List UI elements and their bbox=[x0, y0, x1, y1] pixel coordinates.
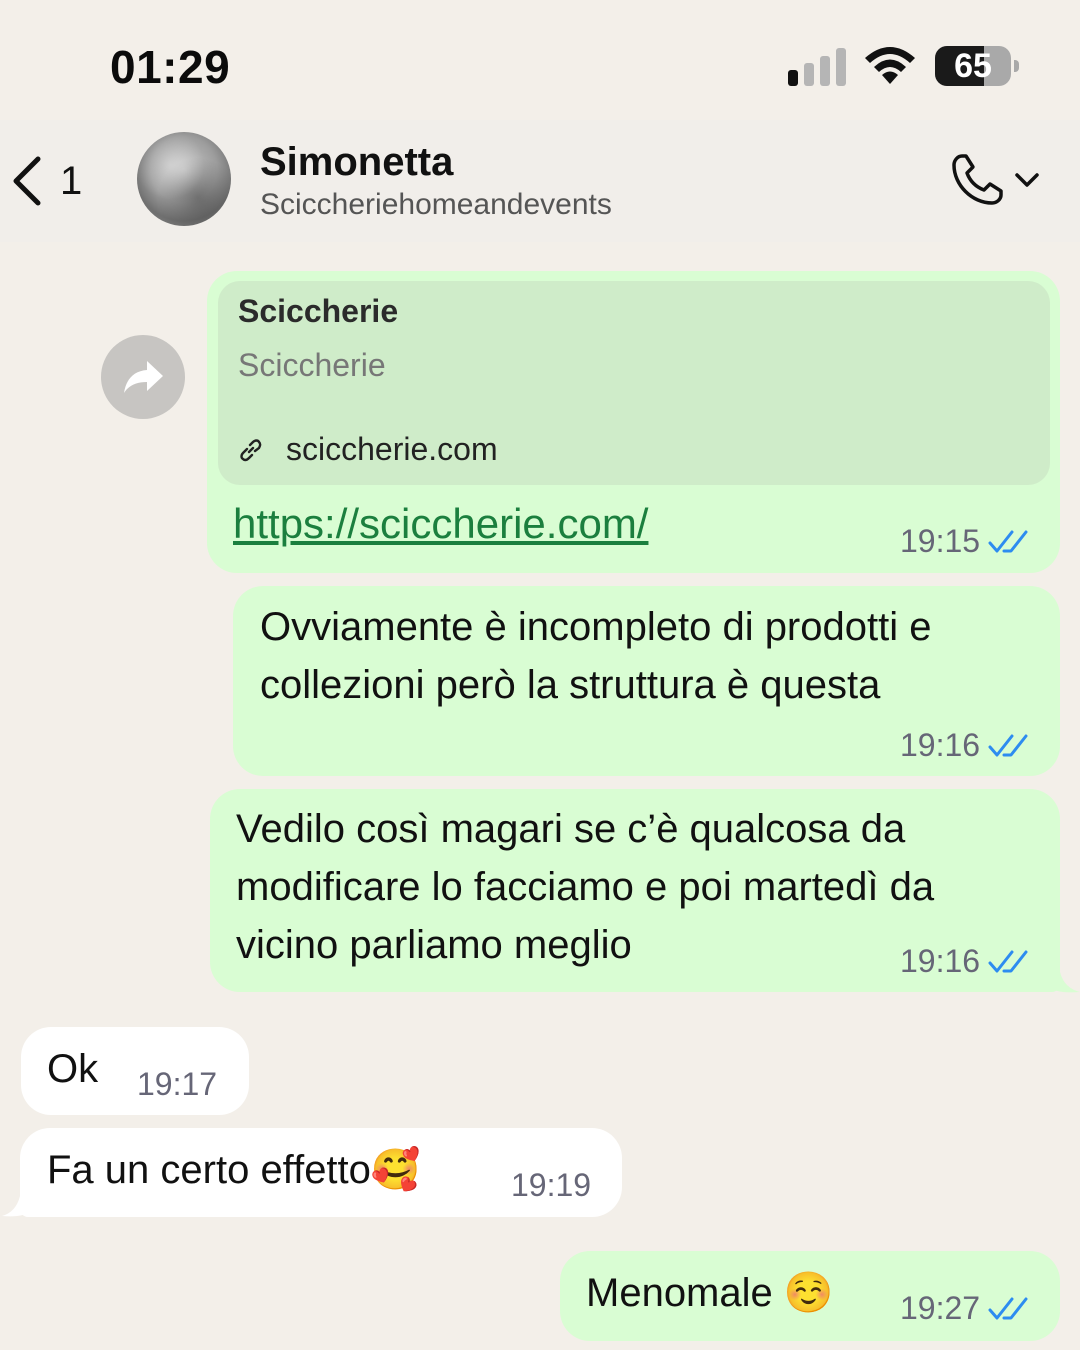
status-bar: 01:29 65 bbox=[0, 0, 1080, 130]
message-meta: 19:16 bbox=[900, 943, 1030, 980]
message-meta: 19:16 bbox=[900, 727, 1030, 764]
message-line: collezioni però la struttura è questa bbox=[260, 663, 881, 707]
link-preview-card[interactable]: Sciccherie Sciccherie sciccherie.com bbox=[218, 281, 1050, 485]
double-check-icon bbox=[988, 530, 1028, 552]
unread-count: 1 bbox=[60, 158, 83, 203]
message-text: Fa un certo effetto🥰 bbox=[47, 1148, 421, 1192]
message-text: Ok bbox=[47, 1047, 99, 1091]
battery-percentage: 65 bbox=[954, 47, 992, 85]
message-time: 19:17 bbox=[137, 1066, 218, 1102]
contact-name[interactable]: Simonetta bbox=[260, 140, 453, 185]
message-time: 19:15 bbox=[900, 523, 981, 559]
phone-icon bbox=[952, 154, 1003, 205]
message-text: Vedilo così magari se c’è qualcosa da mo… bbox=[236, 800, 934, 974]
message-line: Ovviamente è incompleto di prodotti e bbox=[260, 605, 932, 649]
contact-subtitle[interactable]: Sciccheriehomeandevents bbox=[260, 188, 612, 222]
message-time: 19:16 bbox=[900, 943, 981, 979]
double-check-icon bbox=[988, 950, 1028, 972]
message-time: 19:19 bbox=[511, 1167, 592, 1203]
message-text: Ovviamente è incompleto di prodotti e co… bbox=[260, 598, 931, 714]
battery-icon: 65 bbox=[935, 46, 1021, 86]
message-meta: 19:27 bbox=[900, 1290, 1030, 1327]
message-line: modificare lo facciamo e poi martedì da bbox=[236, 865, 935, 909]
message-text: Menomale ☺️ bbox=[586, 1271, 834, 1315]
bubble-tail bbox=[1046, 972, 1080, 993]
link-preview-domain: sciccherie.com bbox=[286, 431, 498, 467]
call-button[interactable] bbox=[948, 148, 1048, 212]
forward-button[interactable] bbox=[101, 335, 185, 419]
double-check-icon bbox=[988, 734, 1028, 756]
status-time: 01:29 bbox=[110, 41, 231, 93]
bubble-tail bbox=[2, 1196, 32, 1217]
chevron-down-icon bbox=[1015, 173, 1039, 187]
signal-icon bbox=[788, 48, 846, 86]
link-icon bbox=[240, 438, 262, 461]
message-time: 19:16 bbox=[900, 727, 981, 763]
wifi-icon bbox=[865, 47, 915, 84]
message-line: Vedilo così magari se c’è qualcosa da bbox=[236, 807, 906, 851]
avatar[interactable] bbox=[137, 132, 231, 226]
message-link[interactable]: https://sciccherie.com/ bbox=[233, 500, 648, 548]
link-preview-domain-row: sciccherie.com bbox=[238, 431, 498, 468]
message-meta: 19:15 bbox=[900, 523, 1030, 560]
double-check-icon bbox=[988, 1297, 1028, 1319]
back-chevron-icon bbox=[13, 156, 41, 206]
chat-header: 1 Simonetta Sciccheriehomeandevents bbox=[0, 120, 1080, 242]
message-time: 19:27 bbox=[900, 1290, 981, 1326]
link-preview-title: Sciccherie bbox=[238, 293, 399, 329]
message-line: vicino parliamo meglio bbox=[236, 923, 632, 967]
link-preview-description: Sciccherie bbox=[238, 347, 386, 383]
forward-icon bbox=[124, 361, 163, 393]
back-button[interactable]: 1 bbox=[8, 150, 98, 212]
